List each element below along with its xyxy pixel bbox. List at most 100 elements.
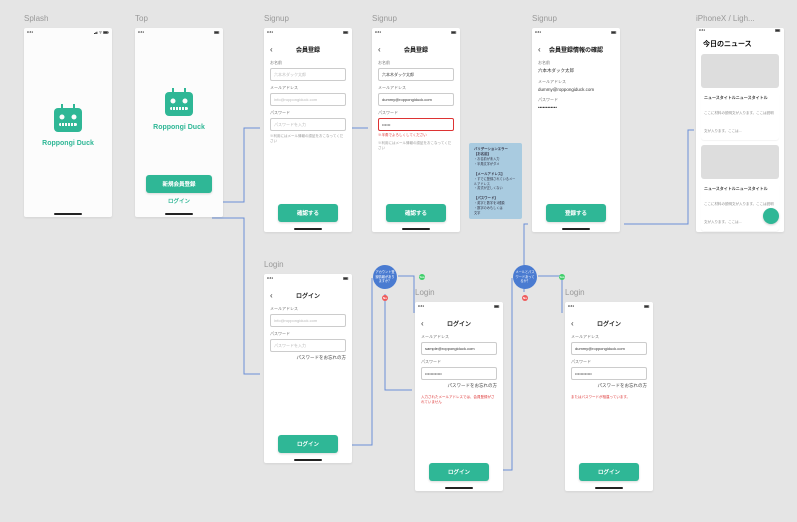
page-title: ログイン <box>571 319 647 328</box>
brand-name: Roppongi Duck <box>42 140 94 147</box>
splash-content: Roppongi Duck <box>24 36 112 211</box>
home-indicator <box>532 226 620 232</box>
input-email[interactable] <box>378 93 454 106</box>
login-button[interactable]: ログイン <box>278 435 338 453</box>
back-icon[interactable]: ‹ <box>538 45 541 54</box>
signal-icon <box>94 31 98 34</box>
screen-signup-error: 9:41 ‹会員登録 お名前 メールアドレス パスワード ※半角でよろしくしてく… <box>372 28 460 232</box>
input-name[interactable] <box>378 68 454 81</box>
page-title: ログイン <box>270 291 346 300</box>
value-email: dummy@roppongiduck.com <box>538 87 614 92</box>
label-password: パスワード <box>571 359 647 365</box>
back-icon[interactable]: ‹ <box>571 319 574 328</box>
signal-icon <box>209 31 213 34</box>
artboard-label-news: iPhoneX / Ligh... <box>696 14 755 23</box>
brand-logo <box>159 84 199 120</box>
battery-icon <box>343 277 349 280</box>
brand-name: Roppongi Duck <box>153 124 205 131</box>
home-indicator <box>264 226 352 232</box>
decision-no-2: No <box>522 295 528 301</box>
artboard-label-login2: Login <box>415 288 435 297</box>
register-button[interactable]: 登録する <box>546 204 606 222</box>
label-email: メールアドレス <box>270 306 346 312</box>
status-icons <box>94 31 109 34</box>
screen-signup-empty: 9:41 ‹ 会員登録 お名前 メールアドレス パスワード ※利用にはメール情報… <box>264 28 352 232</box>
input-password[interactable] <box>571 367 647 380</box>
back-icon[interactable]: ‹ <box>421 319 424 328</box>
screen-login-email-error: 9:41 ‹ログイン メールアドレス パスワード パスワードをお忘れの方 入力さ… <box>415 302 503 491</box>
input-email[interactable] <box>421 342 497 355</box>
battery-icon <box>103 31 109 34</box>
home-indicator <box>24 211 112 217</box>
back-icon[interactable]: ‹ <box>270 291 273 300</box>
screen-signup-confirm: 9:41 ‹会員登録情報の確認 お名前 六本木ダック太郎 メールアドレス dum… <box>532 28 620 232</box>
label-email: メールアドレス <box>538 79 614 85</box>
artboard-label-splash: Splash <box>24 14 48 23</box>
page-title: 会員登録情報の確認 <box>538 45 614 54</box>
artboard-label-login1: Login <box>264 260 284 269</box>
decision-yes-1: Yes <box>419 274 425 280</box>
artboard-label-signup3: Signup <box>532 14 557 23</box>
back-icon[interactable]: ‹ <box>270 45 273 54</box>
news-heading: 今日のニュース <box>703 39 777 49</box>
battery-icon <box>494 305 500 308</box>
battery-icon <box>343 31 349 34</box>
value-name: 六本木ダック太郎 <box>538 68 614 74</box>
label-password: パスワード <box>421 359 497 365</box>
signup-button[interactable]: 新規会員登録 <box>146 175 212 193</box>
input-email[interactable] <box>270 93 346 106</box>
screen-splash: 9:41 Roppongi Duck <box>24 28 112 217</box>
forgot-password-link[interactable]: パスワードをお忘れの方 <box>571 383 647 389</box>
login-button[interactable]: ログイン <box>168 197 190 205</box>
decision-yes-2: Yes <box>559 274 565 280</box>
screen-login: 9:41 ‹ログイン メールアドレス パスワード パスワードをお忘れの方 ログイ… <box>264 274 352 463</box>
fab-button[interactable] <box>763 208 779 224</box>
news-image-1[interactable] <box>701 54 779 88</box>
label-password: パスワード <box>270 331 346 337</box>
input-password[interactable] <box>378 118 454 131</box>
input-email[interactable] <box>270 314 346 327</box>
page-title: 会員登録 <box>270 45 346 54</box>
signup-content: ‹ 会員登録 お名前 メールアドレス パスワード ※利用にはメール情報の認証をお… <box>264 36 352 226</box>
status-bar: 9:41 <box>264 28 352 36</box>
home-indicator <box>372 226 460 232</box>
news-card-1[interactable]: ニュースタイトルニュースタイトル ここに材料の説明文が入ります。ここは説明文が入… <box>701 92 779 140</box>
forgot-password-link[interactable]: パスワードをお忘れの方 <box>421 383 497 389</box>
artboard-label-signup2: Signup <box>372 14 397 23</box>
label-name: お名前 <box>378 60 454 66</box>
login-button[interactable]: ログイン <box>579 463 639 481</box>
news-card-2[interactable]: ニュースタイトルニュースタイトル ここに材料の説明文が入ります。ここは説明文が入… <box>701 183 779 231</box>
confirm-button[interactable]: 確認する <box>278 204 338 222</box>
news-image-2[interactable] <box>701 145 779 179</box>
page-title: ログイン <box>421 319 497 328</box>
validation-tooltip: バリデーションエラー 【お名前】 ・お名前が未入力 ・半角文字がダメ 【メールア… <box>469 143 522 219</box>
screen-login-password-error: 9:41 ‹ログイン メールアドレス パスワード パスワードをお忘れの方 または… <box>565 302 653 491</box>
label-email: メールアドレス <box>378 85 454 91</box>
label-password: パスワード <box>378 110 454 116</box>
decision-node-credentials-match: メールとパスワードあってるか？ <box>513 265 537 289</box>
label-email: メールアドレス <box>421 334 497 340</box>
label-name: お名前 <box>270 60 346 66</box>
battery-icon <box>644 305 650 308</box>
wifi-icon <box>99 31 102 34</box>
back-icon[interactable]: ‹ <box>378 45 381 54</box>
label-email: メールアドレス <box>270 85 346 91</box>
input-password[interactable] <box>270 118 346 131</box>
screen-news: 9:41 今日のニュース ニュースタイトルニュースタイトル ここに材料の説明文が… <box>696 28 784 232</box>
label-email: メールアドレス <box>571 334 647 340</box>
battery-icon <box>611 31 617 34</box>
confirm-button[interactable]: 確認する <box>386 204 446 222</box>
tooltip-title: バリデーションエラー <box>474 147 508 151</box>
battery-icon <box>451 31 457 34</box>
signup-hint: ※利用にはメール情報の認証をおこなってください <box>270 134 346 144</box>
artboard-label-signup1: Signup <box>264 14 289 23</box>
input-email[interactable] <box>571 342 647 355</box>
label-password: パスワード <box>538 97 614 103</box>
artboard-label-top: Top <box>135 14 148 23</box>
input-name[interactable] <box>270 68 346 81</box>
status-bar: 9:41 <box>372 28 460 36</box>
input-password[interactable] <box>270 339 346 352</box>
login-button[interactable]: ログイン <box>429 463 489 481</box>
input-password[interactable] <box>421 367 497 380</box>
password-error: ※半角でよろしくしてください <box>378 133 454 138</box>
